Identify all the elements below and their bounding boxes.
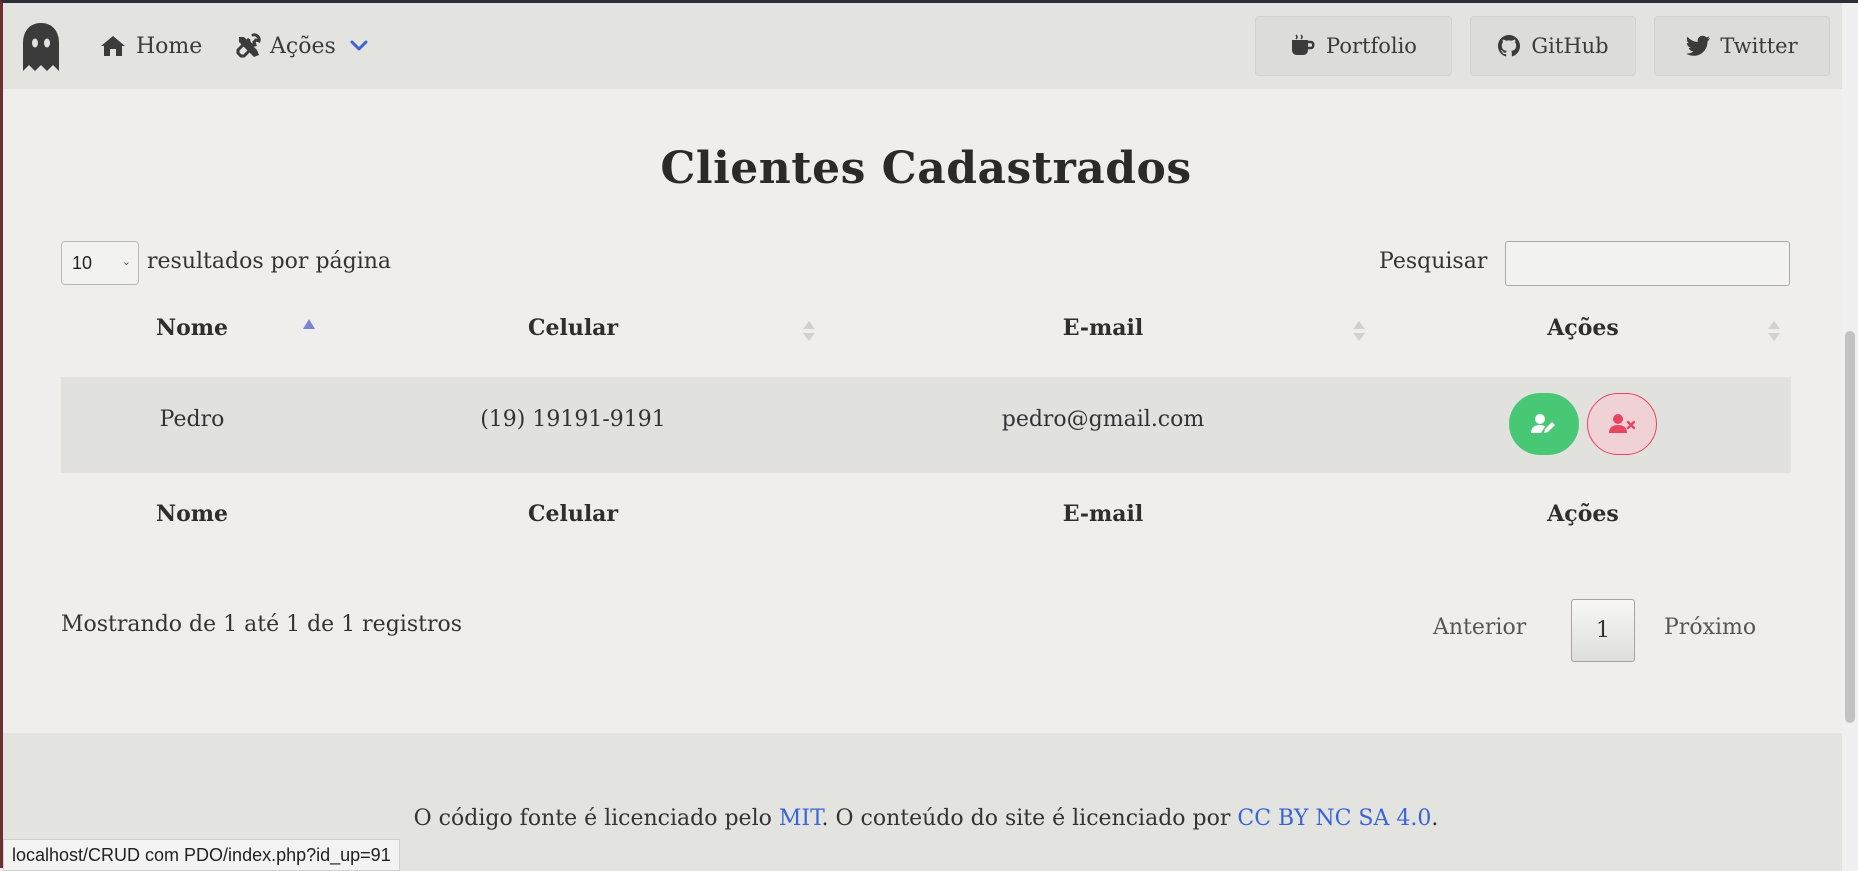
column-header-nome[interactable]: Nome: [61, 315, 323, 341]
page-length-label: resultados por página: [147, 249, 392, 274]
sort-icon: [1768, 321, 1780, 343]
table-row: Pedro (19) 19191-9191 pedro@gmail.com: [61, 377, 1791, 473]
cell-email: pedro@gmail.com: [1001, 407, 1205, 432]
column-footer-nome: Nome: [155, 501, 229, 527]
cell-celular: (19) 19191-9191: [480, 407, 666, 432]
page-title: Clientes Cadastrados: [660, 143, 1192, 194]
nav-acoes-dropdown[interactable]: Ações: [235, 29, 368, 63]
github-button[interactable]: GitHub: [1470, 16, 1636, 76]
page-length-select[interactable]: 10 ⌄: [61, 241, 139, 285]
sort-icon: [803, 321, 815, 343]
column-footer-email: E-mail: [1062, 501, 1144, 527]
page-length-value: 10: [72, 252, 93, 273]
footer-text-part: . O conteúdo do site é licenciado por: [821, 806, 1238, 831]
twitter-icon: [1686, 35, 1711, 56]
table-info: Mostrando de 1 até 1 de 1 registros: [61, 612, 462, 637]
home-icon: [101, 36, 125, 56]
scrollbar-thumb[interactable]: [1845, 331, 1855, 723]
nav-home-link[interactable]: Home: [99, 29, 202, 63]
edit-user-button[interactable]: [1509, 393, 1579, 455]
twitter-button[interactable]: Twitter: [1654, 16, 1830, 76]
github-icon: [1498, 35, 1521, 57]
column-header-email[interactable]: E-mail: [823, 315, 1383, 341]
sort-icon: [1353, 321, 1365, 343]
footer-text-part: .: [1431, 806, 1439, 831]
coffee-icon: [1292, 34, 1315, 55]
pagination-page-1[interactable]: 1: [1571, 599, 1635, 662]
vertical-scrollbar[interactable]: [1842, 3, 1858, 871]
user-remove-icon: [1609, 414, 1635, 433]
cc-license-link[interactable]: CC BY NC SA 4.0: [1237, 806, 1431, 831]
search-label: Pesquisar: [1379, 249, 1488, 274]
column-footer-celular: Celular: [527, 501, 619, 527]
column-header-acoes[interactable]: Ações: [1383, 315, 1783, 341]
footer-text-part: O código fonte é licenciado pelo: [413, 806, 779, 831]
browser-status-url: localhost/CRUD com PDO/index.php?id_up=9…: [3, 839, 400, 871]
column-footer-acoes: Ações: [1547, 501, 1619, 527]
search-input[interactable]: [1505, 241, 1790, 286]
ghost-logo-icon[interactable]: [21, 21, 61, 73]
pagination-previous[interactable]: Anterior: [1433, 615, 1526, 640]
navbar: Home Ações Portfolio GitHub Twitter: [3, 3, 1843, 89]
delete-user-button[interactable]: [1587, 393, 1657, 455]
nav-acoes-label: Ações: [270, 33, 336, 59]
sort-ascending-icon: [303, 319, 315, 329]
pagination-next[interactable]: Próximo: [1664, 615, 1756, 640]
cell-nome: Pedro: [159, 407, 225, 432]
portfolio-button[interactable]: Portfolio: [1255, 16, 1452, 76]
user-edit-icon: [1531, 414, 1555, 433]
github-label: GitHub: [1531, 34, 1609, 58]
twitter-label: Twitter: [1720, 34, 1798, 58]
column-header-celular[interactable]: Celular: [323, 315, 823, 341]
mit-license-link[interactable]: MIT: [779, 806, 822, 831]
nav-home-label: Home: [136, 33, 203, 59]
portfolio-label: Portfolio: [1326, 34, 1417, 58]
tools-icon: [236, 33, 261, 58]
footer-license-text: O código fonte é licenciado pelo MIT. O …: [3, 806, 1849, 831]
chevron-down-icon: ⌄: [121, 256, 131, 268]
chevron-down-icon: [350, 40, 368, 51]
